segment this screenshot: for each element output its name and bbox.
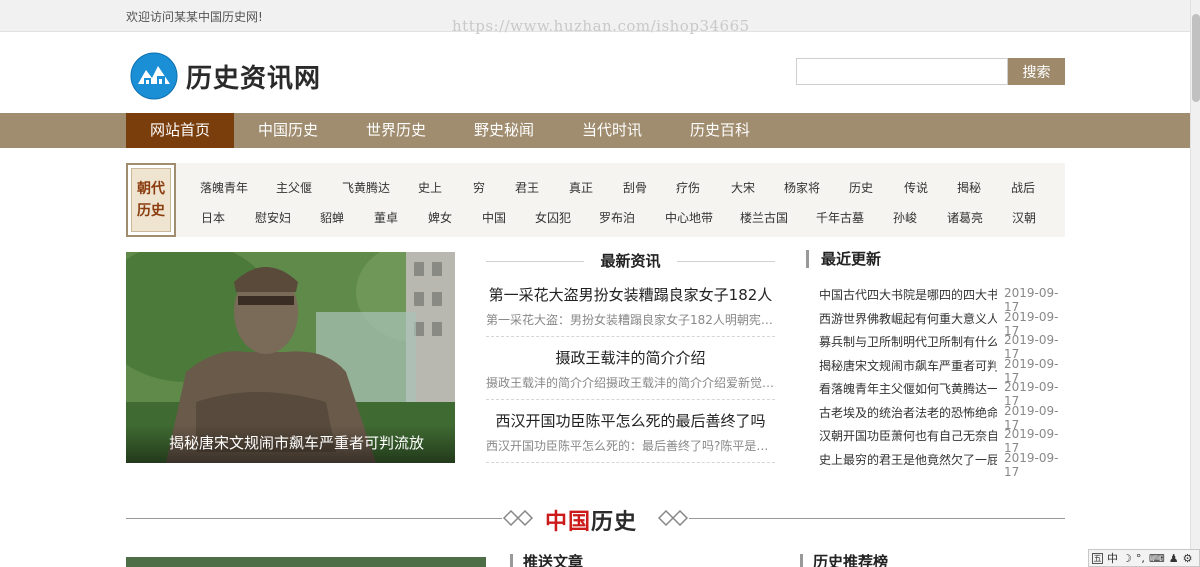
bottom-feature-image[interactable] — [126, 557, 486, 567]
dynasty-tag[interactable]: 主父偃 — [276, 179, 312, 196]
recent-item-title[interactable]: 看落魄青年主父偃如何飞黄腾达一年 — [819, 380, 997, 397]
welcome-text: 欢迎访问某某中国历史网! — [126, 10, 263, 24]
dynasty-tag[interactable]: 杨家将 — [784, 179, 820, 196]
nav-item-world-history[interactable]: 世界历史 — [342, 113, 450, 148]
dynasty-tag[interactable]: 真正 — [569, 179, 593, 196]
dynasty-tag[interactable]: 飞黄腾达 — [342, 179, 390, 196]
dynasty-tag[interactable]: 刮骨 — [623, 179, 647, 196]
dynasty-tag[interactable]: 落魄青年 — [200, 179, 248, 196]
watermark-text: https://www.huzhan.com/ishop34665 — [452, 17, 750, 35]
recent-item-title[interactable]: 揭秘唐宋文规闹市飙车严重者可判流 — [819, 357, 997, 374]
recent-item: 汉朝开国功臣萧何也有自己无奈自污 2019-09-17 — [819, 427, 1065, 455]
dynasty-tag[interactable]: 中心地带 — [665, 209, 713, 226]
nav-item-china-history[interactable]: 中国历史 — [234, 113, 342, 148]
nav-item-home[interactable]: 网站首页 — [126, 113, 234, 148]
dynasty-tag[interactable]: 史上 — [418, 179, 442, 196]
dynasty-tag[interactable]: 君王 — [515, 179, 539, 196]
site-name[interactable]: 历史资讯网 — [186, 58, 321, 95]
recent-item: 中国古代四大书院是哪四的四大书院 2019-09-17 — [819, 286, 1065, 314]
ranking-heading: 历史推荐榜 — [800, 554, 888, 567]
dynasty-tag[interactable]: 董卓 — [374, 209, 398, 226]
dynasty-badge-label: 朝代历史 — [137, 181, 165, 219]
search-button[interactable]: 搜索 — [1008, 58, 1065, 85]
dynasty-tag-panel: 朝代历史 落魄青年 主父偃 飞黄腾达 史上 穷 君王 真正 刮骨 疗伤 大宋 杨家将 历史 传说 揭秘 战后… — [126, 163, 1065, 237]
dynasty-tag[interactable]: 穷 — [473, 179, 485, 196]
dynasty-tag[interactable]: 大宋 — [731, 179, 755, 196]
dynasty-tag[interactable]: 传说 — [904, 179, 928, 196]
news-summary: 第一采花大盗：男扮女装糟蹋良家女子182人明朝宪宗… — [486, 313, 775, 327]
recent-item: 募兵制与卫所制明代卫所制有什么缺 2019-09-17 — [819, 333, 1065, 361]
dynasty-tag[interactable]: 孙峻 — [893, 209, 917, 226]
news-summary: 西汉开国功臣陈平怎么死的：最后善终了吗?陈平是西汉… — [486, 439, 775, 453]
ime-user-icon[interactable]: ♟ — [1169, 552, 1179, 565]
dynasty-tag[interactable]: 疗伤 — [676, 179, 700, 196]
news-summary: 摄政王载沣的简介介绍摄政王载沣的简介介绍爱新觉罗… — [486, 376, 775, 390]
feature-caption[interactable]: 揭秘唐宋文规闹市飙车严重者可判流放 — [126, 425, 455, 463]
section-heading-red: 中国 — [545, 509, 592, 535]
news-headline[interactable]: 摄政王载沣的简介介绍 — [486, 347, 775, 368]
recent-updates-heading: 最近更新 — [806, 250, 881, 268]
nav-item-current-news[interactable]: 当代时讯 — [558, 113, 666, 148]
search-input[interactable] — [796, 58, 1008, 85]
dynasty-tag[interactable]: 中国 — [482, 209, 506, 226]
recent-item: 古老埃及的统治者法老的恐怖绝命诅 2019-09-17 — [819, 404, 1065, 432]
recent-item-title[interactable]: 西游世界佛教崛起有何重大意义人类 — [819, 310, 997, 327]
section-heading-dark: 历史 — [591, 509, 638, 535]
recent-item-title[interactable]: 中国古代四大书院是哪四的四大书院 — [819, 286, 997, 303]
dynasty-tag[interactable]: 罗布泊 — [599, 209, 635, 226]
news-headline[interactable]: 第一采花大盗男扮女装糟蹋良家女子182人 — [486, 284, 775, 305]
ime-settings-icon[interactable]: ⚙ — [1183, 552, 1193, 565]
recent-item: 揭秘唐宋文规闹市飙车严重者可判流 2019-09-17 — [819, 357, 1065, 385]
dynasty-tag[interactable]: 女囚犯 — [535, 209, 571, 226]
recent-item: 史上最穷的君王是他竟然欠了一屁股 2019-09-17 — [819, 451, 1065, 479]
section-divider-left — [126, 518, 502, 519]
news-item: 西汉开国功臣陈平怎么死的最后善终了吗 西汉开国功臣陈平怎么死的：最后善终了吗?陈… — [486, 410, 775, 463]
recent-item-date: 2019-09-17 — [1004, 450, 1059, 479]
main-nav: 网站首页 中国历史 世界历史 野史秘闻 当代时讯 历史百科 — [0, 113, 1190, 148]
ime-toolbar[interactable]: 五 中 ☽ °, ⌨ ♟ ⚙ — [1088, 549, 1200, 567]
dynasty-tag[interactable]: 历史 — [849, 179, 873, 196]
recommend-heading: 推送文章 — [510, 554, 583, 567]
news-item: 摄政王载沣的简介介绍 摄政王载沣的简介介绍摄政王载沣的简介介绍爱新觉罗… — [486, 347, 775, 400]
dynasty-tag[interactable]: 战后 — [1011, 179, 1035, 196]
dynasty-badge: 朝代历史 — [126, 163, 176, 237]
dynasty-tag[interactable]: 千年古墓 — [816, 209, 864, 226]
dynasty-tag[interactable]: 慰安妇 — [255, 209, 291, 226]
recent-item-title[interactable]: 汉朝开国功臣萧何也有自己无奈自污 — [819, 427, 997, 444]
dynasty-tag[interactable]: 日本 — [201, 209, 225, 226]
news-item: 第一采花大盗男扮女装糟蹋良家女子182人 第一采花大盗：男扮女装糟蹋良家女子18… — [486, 284, 775, 337]
scrollbar-thumb[interactable] — [1192, 14, 1200, 102]
ime-punct-icon[interactable]: °, — [1136, 552, 1145, 565]
diamond-ornament-icon — [657, 510, 689, 526]
section-divider-right — [689, 518, 1065, 519]
recent-item-title[interactable]: 募兵制与卫所制明代卫所制有什么缺 — [819, 333, 997, 350]
dynasty-tag[interactable]: 揭秘 — [957, 179, 981, 196]
news-headline[interactable]: 西汉开国功臣陈平怎么死的最后善终了吗 — [486, 410, 775, 431]
diamond-ornament-icon — [502, 510, 534, 526]
recent-item: 西游世界佛教崛起有何重大意义人类 2019-09-17 — [819, 310, 1065, 338]
dynasty-tag[interactable]: 汉朝 — [1012, 209, 1036, 226]
feature-image[interactable]: 揭秘唐宋文规闹市飙车严重者可判流放 — [126, 252, 455, 463]
page-scrollbar[interactable] — [1190, 0, 1200, 567]
site-logo-icon[interactable] — [130, 52, 178, 100]
ime-moon-icon[interactable]: ☽ — [1122, 552, 1132, 565]
dynasty-tag[interactable]: 貂蝉 — [320, 209, 344, 226]
dynasty-tag[interactable]: 婢女 — [428, 209, 452, 226]
dynasty-tag[interactable]: 诸葛亮 — [947, 209, 983, 226]
latest-news-heading: 最新资讯 — [486, 250, 775, 271]
recent-item: 看落魄青年主父偃如何飞黄腾达一年 2019-09-17 — [819, 380, 1065, 408]
section-heading-china-history[interactable]: 中国历史 — [545, 504, 637, 536]
recent-item-title[interactable]: 史上最穷的君王是他竟然欠了一屁股 — [819, 451, 997, 468]
ime-keyboard-icon[interactable]: ⌨ — [1149, 552, 1165, 565]
recent-item-title[interactable]: 古老埃及的统治者法老的恐怖绝命诅 — [819, 404, 997, 421]
ime-language[interactable]: 中 — [1107, 550, 1118, 566]
nav-item-history-encyclopedia[interactable]: 历史百科 — [666, 113, 774, 148]
nav-item-unofficial-history[interactable]: 野史秘闻 — [450, 113, 558, 148]
ime-logo-icon[interactable]: 五 — [1092, 552, 1103, 564]
dynasty-tag[interactable]: 楼兰古国 — [740, 209, 788, 226]
